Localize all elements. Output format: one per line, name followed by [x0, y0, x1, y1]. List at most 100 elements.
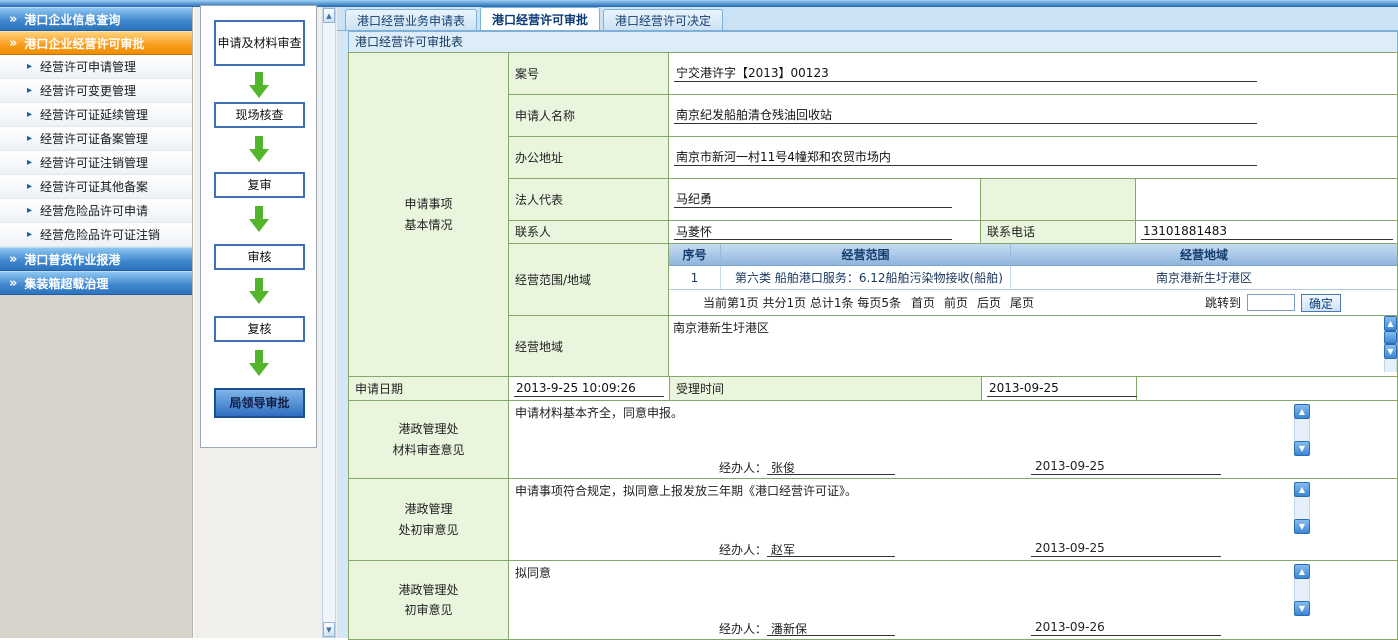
tab-license-approval[interactable]: 港口经营许可审批: [480, 7, 600, 30]
second-preliminary-review-opinion-label: 港政管理处 初审意见: [349, 561, 509, 639]
workflow-step-re-review[interactable]: 复审: [214, 172, 305, 198]
office-address-input[interactable]: [674, 149, 1257, 166]
scroll-up-icon[interactable]: ▲: [1294, 564, 1310, 579]
empty-value-cell: [1137, 377, 1397, 400]
sidebar-item-container-overload[interactable]: » 集装箱超载治理: [0, 271, 192, 295]
area-scrollbar[interactable]: ▲ ▼: [1384, 316, 1397, 372]
sidebar-item-label: 港口企业经营许可审批: [24, 35, 144, 52]
main-content: 港口经营业务申请表 港口经营许可审批 港口经营许可决定 港口经营许可审批表 申请…: [337, 7, 1398, 638]
sidebar-item-license-record-mgmt[interactable]: ▸ 经营许可证备案管理: [0, 127, 192, 151]
scroll-up-icon[interactable]: ▲: [1294, 404, 1310, 419]
contact-phone-input[interactable]: [1141, 223, 1393, 240]
opinion-label-line: 港政管理: [404, 499, 452, 519]
scroll-up-icon[interactable]: ▲: [1294, 482, 1310, 497]
scope-table-row[interactable]: 1 第六类 船舶港口服务：6.12船舶污染物接收(船舶) 南京港新生圩港区: [669, 266, 1397, 290]
business-area-textarea[interactable]: 南京港新生圩港区 ▲ ▼: [669, 316, 1397, 376]
sidebar-item-label: 经营许可证注销管理: [40, 154, 148, 171]
down-arrow-icon: [249, 136, 269, 162]
sidebar-item-license-change-mgmt[interactable]: ▸ 经营许可变更管理: [0, 79, 192, 103]
header-area: 经营地域: [1011, 244, 1397, 265]
opinion-label-line: 港政管理处: [398, 419, 458, 439]
workflow-panel: 申请及材料审查 现场核查 复审 审核 复核 局领导审批: [200, 5, 317, 448]
scope-area-label: 经营范围/地域: [509, 244, 669, 315]
arrow-bullet-icon: ▸: [27, 134, 32, 144]
tab-bar: 港口经营业务申请表 港口经营许可审批 港口经营许可决定: [337, 7, 1398, 31]
material-review-opinion-textarea[interactable]: 申请材料基本齐全，同意申报。: [509, 401, 1397, 456]
scope-table-header: 序号 经营范围 经营地域: [669, 244, 1397, 266]
workflow-step-label: 局领导审批: [229, 395, 289, 411]
pagination-first-link[interactable]: 首页: [911, 294, 935, 311]
workflow-step-application-material-review[interactable]: 申请及材料审查: [214, 20, 305, 66]
menu-section-icon: »: [9, 37, 17, 50]
sidebar-item-dangerous-goods-cancel[interactable]: ▸ 经营危险品许可证注销: [0, 223, 192, 247]
cell-area: 南京港新生圩港区: [1011, 266, 1397, 289]
empty-value-cell: [1136, 179, 1397, 220]
sidebar-item-general-cargo-report[interactable]: » 港口普货作业报港: [0, 247, 192, 271]
apply-date-label: 申请日期: [349, 377, 509, 400]
preliminary-review-opinion-textarea[interactable]: 申请事项符合规定，拟同意上报发放三年期《港口经营许可证》。: [509, 479, 1397, 538]
sidebar-item-license-other-record[interactable]: ▸ 经营许可证其他备案: [0, 175, 192, 199]
group-label-basic-info: 申请事项 基本情况: [349, 53, 509, 376]
scroll-down-icon[interactable]: ▼: [1294, 601, 1310, 616]
tab-license-decision[interactable]: 港口经营许可决定: [603, 9, 723, 30]
sidebar-item-license-apply-mgmt[interactable]: ▸ 经营许可申请管理: [0, 55, 192, 79]
applicant-name-input[interactable]: [674, 107, 1257, 124]
workflow-step-bureau-leader-approval[interactable]: 局领导审批: [214, 388, 305, 418]
sidebar-item-dangerous-goods-apply[interactable]: ▸ 经营危险品许可申请: [0, 199, 192, 223]
cell-scope: 第六类 船舶港口服务：6.12船舶污染物接收(船舶): [721, 266, 1011, 289]
workflow-step-recheck[interactable]: 复核: [214, 316, 305, 342]
sidebar-item-license-renewal-mgmt[interactable]: ▸ 经营许可证延续管理: [0, 103, 192, 127]
empty-label-cell: [981, 179, 1136, 220]
scrollbar-track[interactable]: [1294, 579, 1310, 601]
scroll-down-icon[interactable]: ▼: [1294, 441, 1310, 456]
workflow-step-audit[interactable]: 审核: [214, 244, 305, 270]
sidebar-item-label: 经营许可证延续管理: [40, 106, 148, 123]
workflow-step-label: 复核: [247, 321, 271, 337]
arrow-bullet-icon: ▸: [27, 62, 32, 72]
textarea-scrollbar[interactable]: ▲ ▼: [1294, 482, 1310, 534]
pagination-last-link[interactable]: 尾页: [1010, 294, 1034, 311]
apply-date-input[interactable]: [514, 380, 664, 397]
sidebar-item-license-cancel-mgmt[interactable]: ▸ 经营许可证注销管理: [0, 151, 192, 175]
case-number-cell: [669, 53, 1397, 94]
arrow-bullet-icon: ▸: [27, 230, 32, 240]
accept-time-input[interactable]: [987, 380, 1137, 397]
down-arrow-icon: [249, 278, 269, 304]
sidebar-item-label: 经营许可变更管理: [40, 82, 136, 99]
sidebar-item-port-enterprise-info[interactable]: » 港口企业信息查询: [0, 7, 192, 31]
approval-form-table: 申请事项 基本情况 案号 申请人名称 办公地址: [348, 52, 1398, 640]
preliminary-review-opinion-cell: 申请事项符合规定，拟同意上报发放三年期《港口经营许可证》。 ▲ ▼ 经办人： 赵…: [509, 479, 1397, 560]
scrollbar-track[interactable]: [1384, 359, 1397, 372]
page-jump-input[interactable]: [1247, 294, 1295, 311]
scroll-down-icon[interactable]: ▼: [1384, 344, 1397, 359]
page-jump-confirm-button[interactable]: 确定: [1301, 294, 1341, 312]
opinion-date: 2013-09-25: [1031, 541, 1221, 557]
pagination-bar: 当前第1页 共分1页 总计1条 每页5条 首页 前页 后页 尾页 跳转到 确定: [669, 290, 1397, 315]
scroll-down-icon[interactable]: ▼: [1294, 519, 1310, 534]
contact-phone-label: 联系电话: [981, 221, 1136, 244]
scroll-down-icon[interactable]: ▼: [323, 622, 335, 637]
legal-representative-input[interactable]: [674, 191, 952, 208]
pagination-prev-link[interactable]: 前页: [944, 294, 968, 311]
scroll-up-icon[interactable]: ▲: [1384, 316, 1397, 331]
office-address-label: 办公地址: [509, 137, 669, 178]
arrow-bullet-icon: ▸: [27, 158, 32, 168]
frame-scrollbar[interactable]: ▲ ▼: [322, 7, 336, 638]
workflow-step-site-inspection[interactable]: 现场核查: [214, 102, 305, 128]
accept-time-cell: [982, 377, 1137, 400]
cell-seq: 1: [669, 266, 721, 289]
sidebar-item-license-approval[interactable]: » 港口企业经营许可审批: [0, 31, 192, 55]
case-number-input[interactable]: [674, 65, 1257, 82]
textarea-scrollbar[interactable]: ▲ ▼: [1294, 404, 1310, 456]
tab-business-application-form[interactable]: 港口经营业务申请表: [345, 9, 477, 30]
operator-label: 经办人：: [719, 541, 767, 558]
contact-person-label: 联系人: [509, 221, 669, 244]
contact-person-input[interactable]: [674, 223, 952, 240]
scrollbar-thumb[interactable]: [1384, 331, 1397, 344]
scrollbar-track[interactable]: [1294, 419, 1310, 441]
second-preliminary-review-opinion-textarea[interactable]: 拟同意: [509, 561, 1397, 617]
scrollbar-track[interactable]: [1294, 497, 1310, 519]
scroll-up-icon[interactable]: ▲: [323, 8, 335, 23]
textarea-scrollbar[interactable]: ▲ ▼: [1294, 564, 1310, 616]
pagination-next-link[interactable]: 后页: [977, 294, 1001, 311]
